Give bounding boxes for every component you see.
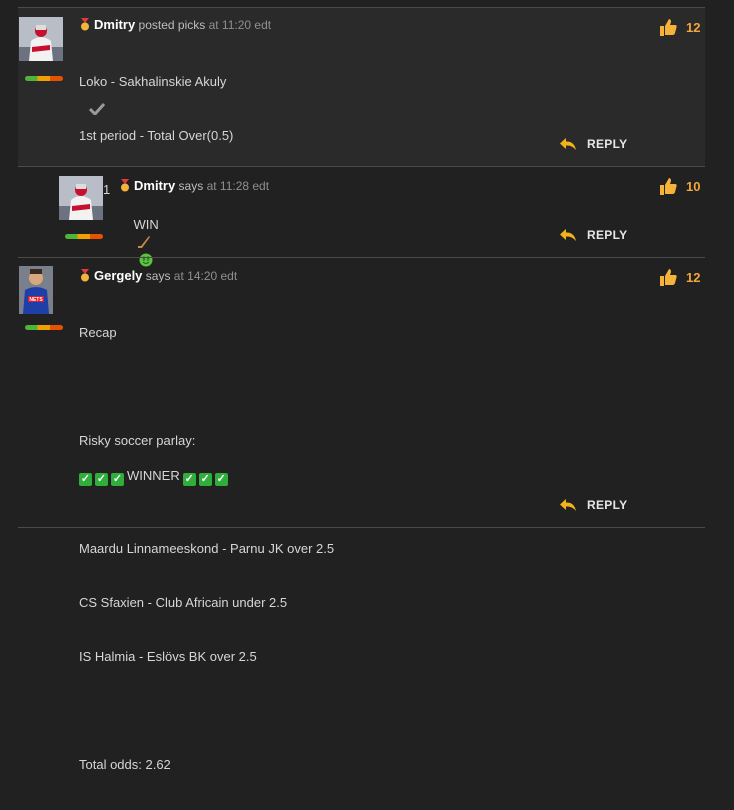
like-count: 12	[686, 19, 701, 35]
like-count: 12	[686, 269, 701, 285]
reply-label: REPLY	[587, 137, 628, 151]
hockey-stick-icon	[138, 236, 151, 248]
reply-arrow-icon	[560, 138, 576, 150]
rank-bar	[65, 234, 103, 239]
author-name[interactable]: Dmitry	[134, 178, 175, 193]
reply-button[interactable]: REPLY	[559, 228, 627, 242]
like-count: 10	[686, 178, 701, 194]
text-line: Recap	[79, 325, 117, 340]
text-line: IS Halmia - Eslövs BK over 2.5	[79, 649, 257, 664]
check-box-icon: ✓	[198, 473, 212, 486]
action-text: posted picks	[138, 18, 206, 32]
comment-header: Dmitry says at 11:28 edt	[119, 178, 269, 193]
thumbs-up-icon	[660, 178, 677, 195]
text-line	[79, 486, 334, 504]
text-line	[79, 378, 334, 396]
thumbs-up-icon	[660, 19, 677, 36]
timestamp: at 11:28 edt	[206, 179, 270, 193]
timestamp: at 11:20 edt	[208, 18, 272, 32]
text-line: Maardu Linnameeskond - Parnu JK over 2.5	[79, 541, 335, 556]
reply-label: REPLY	[587, 498, 628, 512]
comment-header: Dmitry posted picks at 11:20 edt	[79, 17, 271, 32]
text-line: Total odds: 2.62	[79, 757, 171, 772]
medal-icon	[121, 179, 129, 192]
action-text: says	[145, 269, 171, 283]
pick-line: Loko - Sakhalinskie Akuly	[79, 74, 227, 89]
reply-button[interactable]: REPLY	[559, 137, 627, 151]
rank-bar	[25, 325, 63, 330]
avatar[interactable]	[59, 176, 103, 220]
like-button[interactable]: 12	[658, 267, 700, 287]
action-text: says	[178, 179, 204, 193]
text-line: CS Sfaxien - Club Africain under 2.5	[79, 595, 288, 610]
reply-arrow-icon	[560, 499, 576, 511]
medal-icon	[81, 18, 89, 31]
check-box-icon: ✓	[95, 473, 108, 486]
comment-2: Dmitry says at 11:28 edt WIN $ $ 10 REPL…	[58, 167, 705, 267]
check-box-icon: ✓	[214, 473, 228, 486]
reply-label: REPLY	[587, 228, 628, 242]
text-line: Risky soccer parlay:	[79, 433, 196, 448]
rank-bar	[25, 76, 63, 81]
medal-icon	[81, 269, 89, 282]
divider	[18, 527, 705, 528]
checkmark-icon	[89, 103, 105, 115]
like-button[interactable]: 10	[658, 176, 700, 196]
winner-line: ✓ ✓ ✓ WINNER ✓ ✓ ✓	[79, 468, 231, 486]
author-name[interactable]: Gergely	[94, 268, 142, 283]
timestamp: at 14:20 edt	[173, 269, 238, 283]
comment-text: Recap Risky soccer parlay: Maardu Linnam…	[79, 288, 334, 810]
winner-text: WINNER	[127, 468, 180, 483]
like-button[interactable]: 12	[658, 17, 700, 37]
comment-1: Dmitry posted picks at 11:20 edt Loko - …	[18, 8, 705, 197]
check-box-icon: ✓	[111, 473, 124, 486]
svg-text:NETS: NETS	[29, 297, 43, 303]
comment-3: NETS Gergely says at 14:20 edt Recap Ris…	[18, 258, 705, 772]
pick-line: 1st period - Total Over(0.5)	[79, 128, 234, 143]
check-box-icon: ✓	[182, 473, 196, 486]
author-name[interactable]: Dmitry	[94, 17, 135, 32]
reply-arrow-icon	[560, 229, 576, 241]
result-text: WIN	[133, 217, 159, 232]
avatar[interactable]	[19, 17, 63, 61]
thumbs-up-icon	[660, 269, 677, 286]
text-line	[79, 702, 334, 720]
reply-button[interactable]: REPLY	[559, 498, 627, 512]
avatar[interactable]: NETS	[19, 266, 53, 314]
check-box-icon: ✓	[79, 473, 92, 486]
comment-header: Gergely says at 14:20 edt	[79, 268, 237, 283]
